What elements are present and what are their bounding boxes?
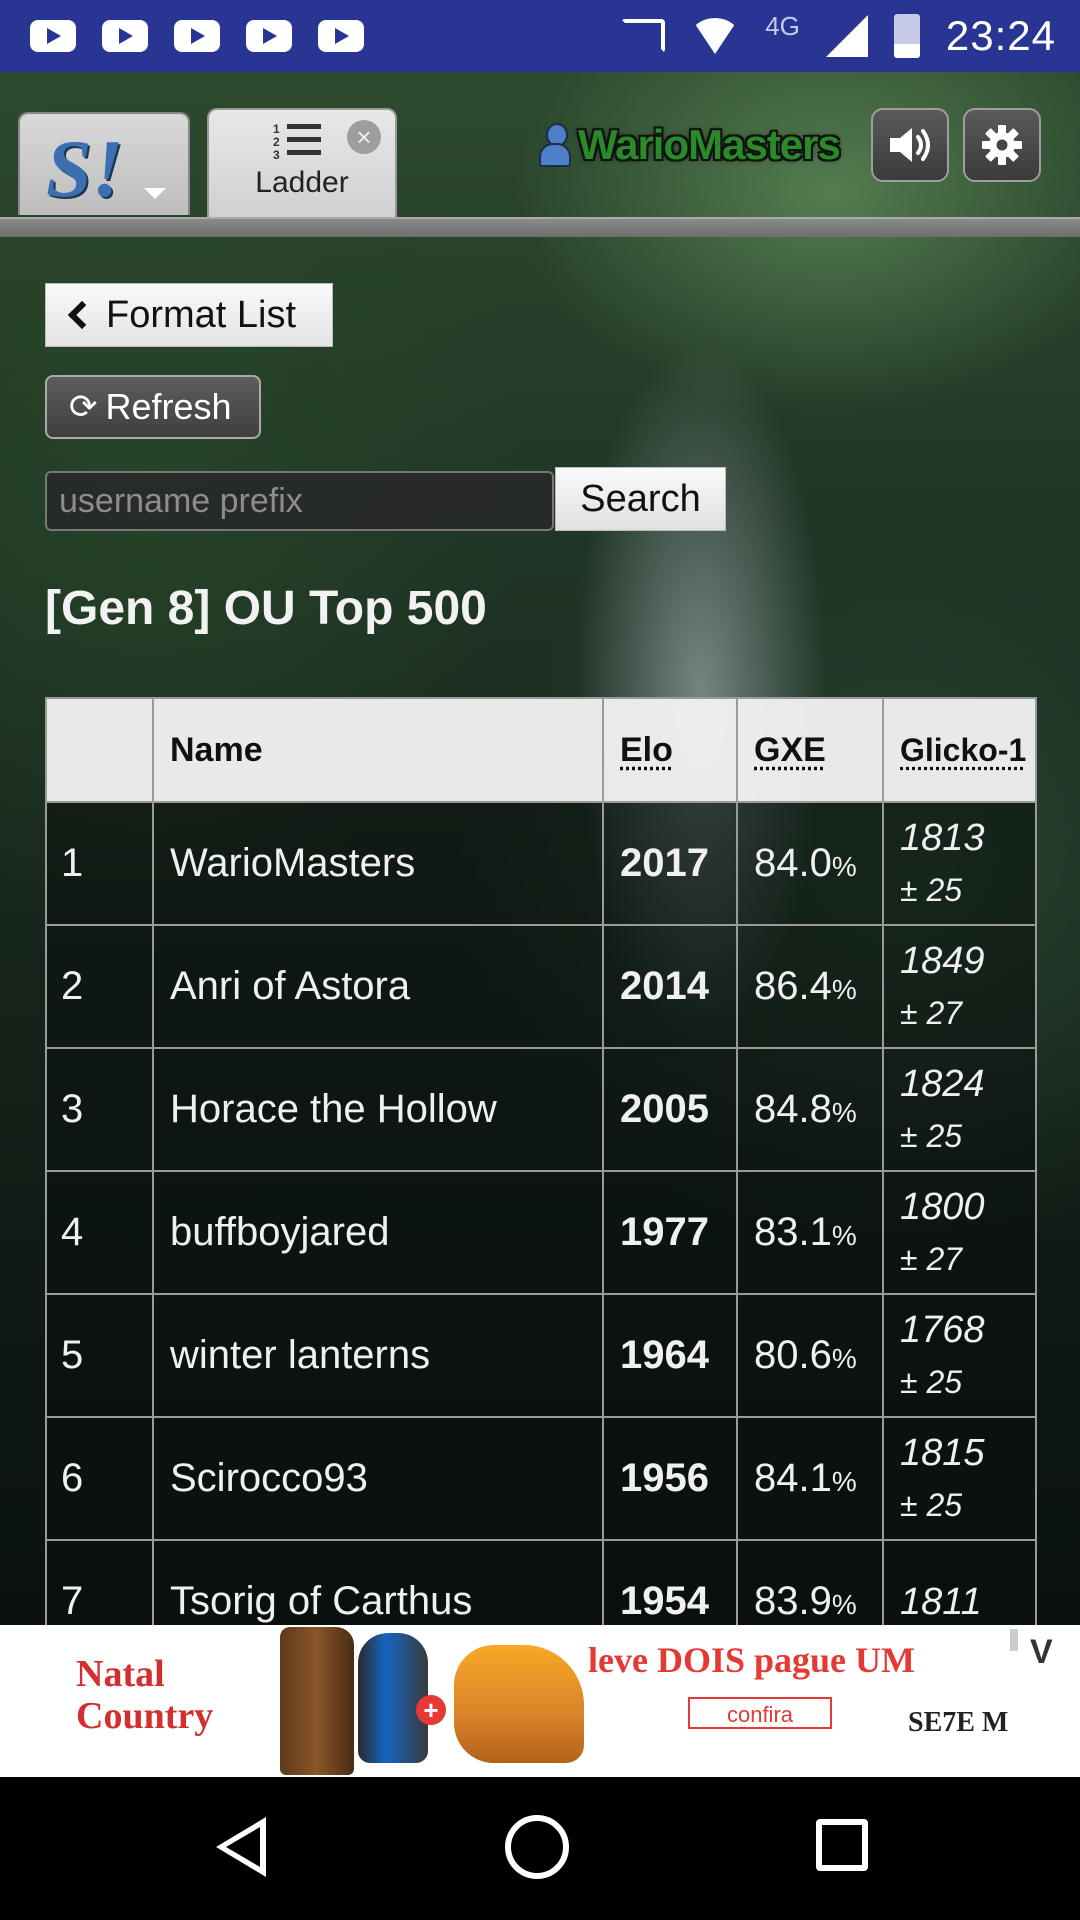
column-header-name: Name — [152, 697, 604, 803]
navigation-bar — [0, 1777, 1080, 1920]
ad-logo: SE7E M — [908, 1707, 1009, 1738]
youtube-icon — [174, 20, 220, 52]
search-button[interactable]: Search — [555, 467, 726, 531]
youtube-icon — [318, 20, 364, 52]
chevron-left-icon — [67, 300, 97, 330]
rank-cell: 4 — [45, 1170, 154, 1295]
recents-icon[interactable] — [816, 1819, 868, 1871]
username-search-input[interactable] — [45, 471, 554, 531]
table-row: 3 Horace the Hollow 2005 84.8% 1824 ± 25 — [45, 1047, 1037, 1172]
elo-cell: 2014 — [602, 924, 738, 1049]
rank-cell: 6 — [45, 1416, 154, 1541]
clock: 23:24 — [945, 12, 1056, 59]
glicko-cell: 1800 ± 27 — [882, 1170, 1037, 1295]
user-menu[interactable]: WarioMasters — [538, 120, 841, 170]
elo-cell: 1956 — [602, 1416, 738, 1541]
ad-close-button[interactable]: V — [1030, 1633, 1053, 1672]
main-menu-tab[interactable]: S! — [18, 112, 190, 215]
battery-icon — [893, 14, 920, 58]
ad-scrollbar — [1010, 1629, 1018, 1651]
gxe-cell: 83.1% — [736, 1170, 884, 1295]
table-row: 1 WarioMasters 2017 84.0% 1813 ± 25 — [45, 801, 1037, 926]
username: WarioMasters — [578, 121, 841, 168]
ad-promo-text: leve DOIS pague UM — [588, 1640, 915, 1680]
format-list-label: Format List — [106, 293, 297, 336]
column-header-gxe: GXE — [736, 697, 884, 803]
refresh-icon: ⟳ — [69, 388, 98, 426]
list-ordered-icon: 1 2 3 — [273, 122, 321, 162]
system-icons: 4G 23:24 — [621, 0, 1056, 72]
column-header-elo: Elo — [602, 697, 738, 803]
wifi-icon — [691, 18, 740, 54]
elo-cell: 2017 — [602, 801, 738, 926]
format-list-button[interactable]: Format List — [45, 283, 333, 347]
sound-button[interactable] — [871, 108, 949, 182]
tab-bar: S! 1 2 3 Ladder × WarioMasters — [0, 72, 1080, 237]
home-icon[interactable] — [505, 1815, 569, 1879]
showdown-logo: S! — [46, 123, 124, 214]
player-name-link[interactable]: WarioMasters — [152, 801, 604, 926]
tab-ladder[interactable]: 1 2 3 Ladder × — [207, 108, 397, 219]
gxe-cell: 86.4% — [736, 924, 884, 1049]
network-type: 4G — [765, 10, 800, 41]
plus-icon: + — [416, 1695, 446, 1725]
youtube-icon — [30, 20, 76, 52]
rank-cell: 2 — [45, 924, 154, 1049]
tab-ladder-label: Ladder — [255, 166, 349, 199]
table-row: 2 Anri of Astora 2014 86.4% 1849 ± 27 — [45, 924, 1037, 1049]
glicko-cell: 1768 ± 25 — [882, 1293, 1037, 1418]
user-icon — [538, 123, 572, 167]
boot-image — [358, 1633, 428, 1763]
gxe-cell: 84.8% — [736, 1047, 884, 1172]
table-header-row: Name Elo GXE Glicko-1 — [45, 697, 1037, 803]
ladder-title: [Gen 8] OU Top 500 — [45, 582, 487, 635]
close-icon[interactable]: × — [347, 120, 381, 154]
youtube-icon — [102, 20, 148, 52]
player-name-link[interactable]: Scirocco93 — [152, 1416, 604, 1541]
column-header-rank — [45, 697, 154, 803]
elo-cell: 2005 — [602, 1047, 738, 1172]
speaker-icon — [890, 128, 930, 162]
player-name-link[interactable]: Anri of Astora — [152, 924, 604, 1049]
refresh-button[interactable]: ⟳ Refresh — [45, 375, 261, 439]
player-name-link[interactable]: winter lanterns — [152, 1293, 604, 1418]
ad-brand: Natal Country — [76, 1653, 214, 1737]
player-name-link[interactable]: buffboyjared — [152, 1170, 604, 1295]
notification-icons — [30, 20, 364, 52]
youtube-icon — [246, 20, 292, 52]
refresh-label: Refresh — [105, 386, 232, 427]
settings-button[interactable] — [963, 108, 1041, 182]
boot-image — [280, 1627, 354, 1775]
table-row: 5 winter lanterns 1964 80.6% 1768 ± 25 — [45, 1293, 1037, 1418]
ad-creative[interactable]: Natal Country + leve DOIS pague UM confi… — [58, 1625, 1053, 1777]
rank-cell: 3 — [45, 1047, 154, 1172]
glicko-cell: 1815 ± 25 — [882, 1416, 1037, 1541]
table-row: 4 buffboyjared 1977 83.1% 1800 ± 27 — [45, 1170, 1037, 1295]
gxe-cell: 84.1% — [736, 1416, 884, 1541]
glicko-cell: 1849 ± 27 — [882, 924, 1037, 1049]
rank-cell: 1 — [45, 801, 154, 926]
back-icon[interactable] — [216, 1817, 266, 1877]
signal-icon — [825, 15, 868, 57]
elo-cell: 1977 — [602, 1170, 738, 1295]
ladder-table: Name Elo GXE Glicko-1 1 WarioMasters 201… — [45, 697, 1037, 1664]
boot-image — [454, 1645, 584, 1763]
gxe-cell: 84.0% — [736, 801, 884, 926]
tab-underline — [0, 217, 1080, 237]
status-bar: 4G 23:24 — [0, 0, 1080, 72]
glicko-cell: 1824 ± 25 — [882, 1047, 1037, 1172]
table-row: 6 Scirocco93 1956 84.1% 1815 ± 25 — [45, 1416, 1037, 1541]
ad-banner[interactable]: Natal Country + leve DOIS pague UM confi… — [0, 1625, 1080, 1777]
gxe-cell: 80.6% — [736, 1293, 884, 1418]
player-name-link[interactable]: Horace the Hollow — [152, 1047, 604, 1172]
chevron-down-icon — [144, 188, 166, 199]
cast-icon — [621, 19, 666, 53]
column-header-glicko: Glicko-1 — [882, 697, 1037, 803]
gear-icon — [982, 125, 1022, 165]
rank-cell: 5 — [45, 1293, 154, 1418]
elo-cell: 1964 — [602, 1293, 738, 1418]
ad-cta-button[interactable]: confira — [688, 1697, 832, 1729]
glicko-cell: 1813 ± 25 — [882, 801, 1037, 926]
